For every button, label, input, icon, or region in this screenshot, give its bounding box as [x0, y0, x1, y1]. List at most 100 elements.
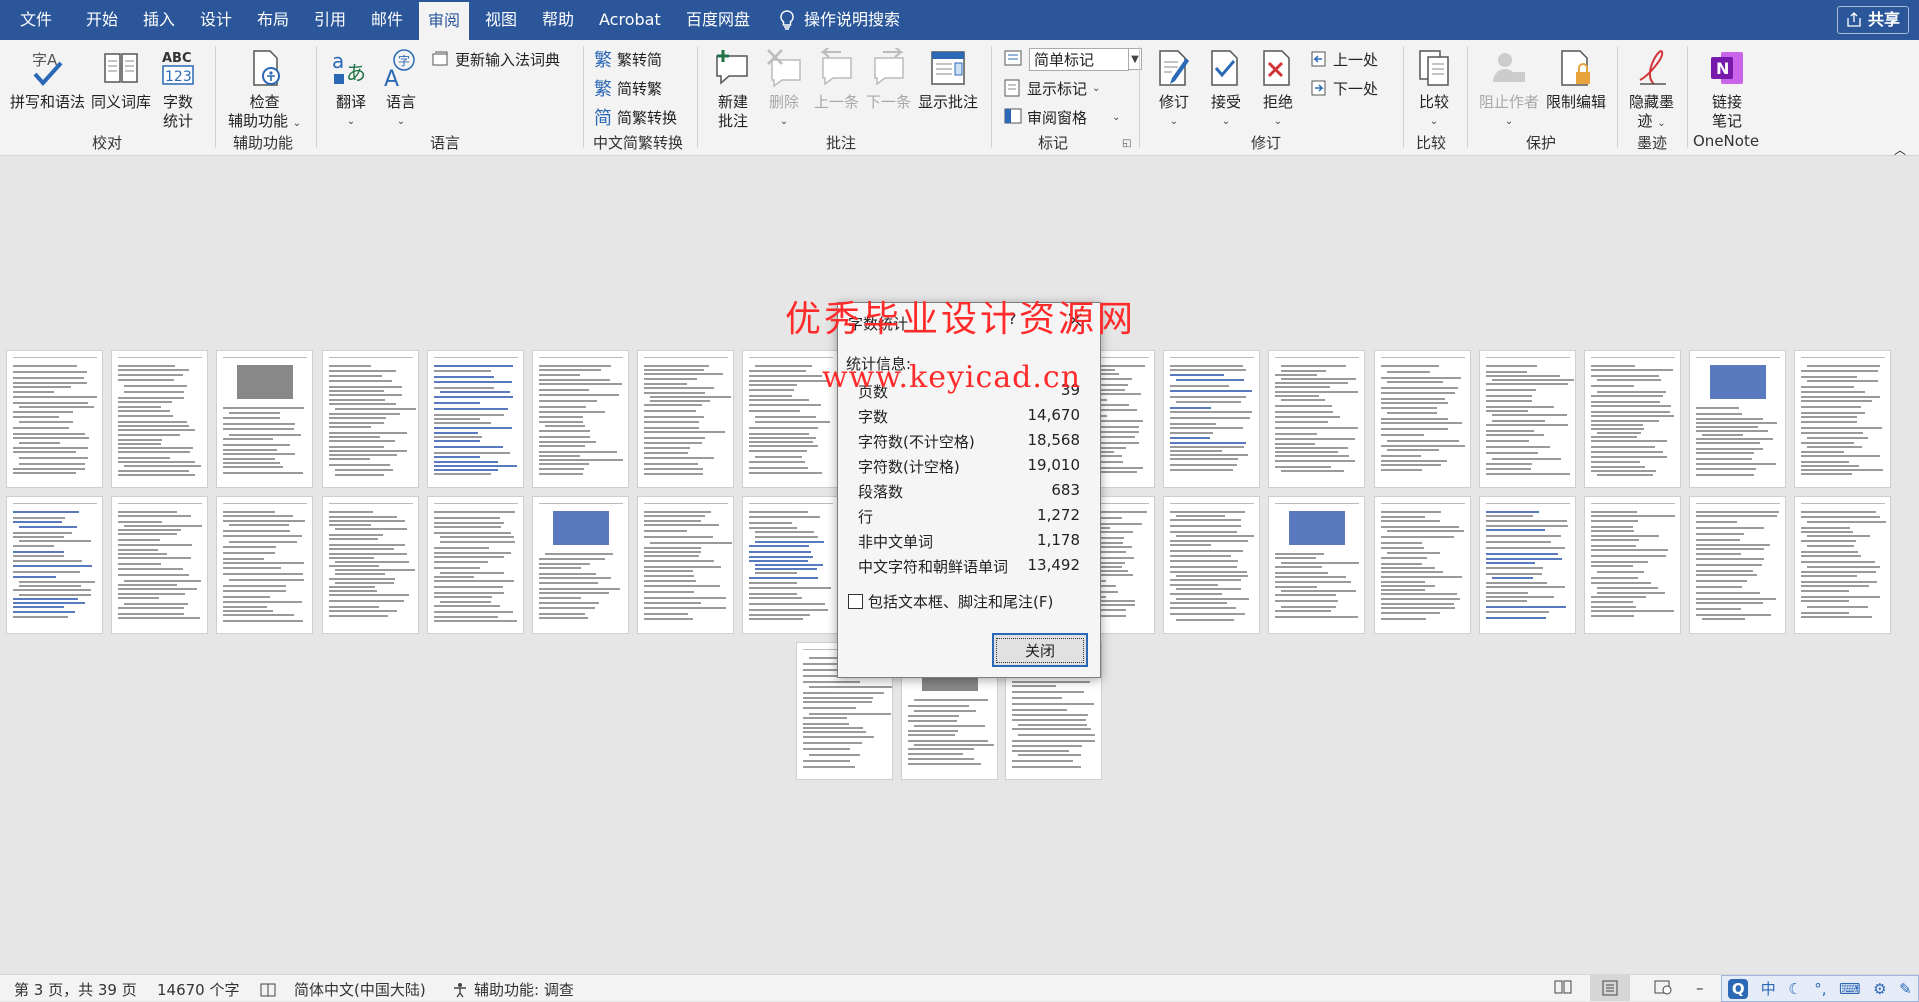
- next-change-button[interactable]: 下一处: [1310, 75, 1378, 101]
- tab-view[interactable]: 视图: [485, 0, 517, 40]
- zoom-out-button[interactable]: –: [1696, 979, 1704, 997]
- hide-ink-button[interactable]: 隐藏墨 迹 ⌄: [1629, 46, 1674, 133]
- web-layout-button[interactable]: [1654, 979, 1672, 995]
- tracking-dialog-launcher[interactable]: ◱: [1122, 130, 1131, 156]
- previous-change-button[interactable]: 上一处: [1310, 46, 1378, 72]
- page-thumbnail[interactable]: [1584, 496, 1681, 634]
- reject-button[interactable]: 拒绝 ⌄: [1260, 46, 1296, 131]
- thesaurus-button[interactable]: 同义词库: [91, 46, 151, 112]
- page-text-line: [644, 473, 704, 475]
- page-thumbnail[interactable]: [1268, 496, 1365, 634]
- tools-icon[interactable]: ✎: [1899, 980, 1912, 998]
- page-thumbnail[interactable]: [427, 350, 524, 488]
- accessibility-status[interactable]: 辅助功能: 调查: [452, 979, 574, 1000]
- dialog-close-primary-button[interactable]: 关闭: [992, 633, 1088, 667]
- block-authors-button[interactable]: 阻止作者 ⌄: [1479, 46, 1539, 131]
- ribbon-separator: [1467, 46, 1468, 148]
- page-thumbnail[interactable]: [637, 496, 734, 634]
- page-thumbnail[interactable]: [1374, 350, 1471, 488]
- page-thumbnail[interactable]: [1689, 350, 1786, 488]
- page-thumbnail[interactable]: [1268, 350, 1365, 488]
- new-comment-button[interactable]: 新建 批注: [713, 46, 753, 131]
- read-mode-button[interactable]: [1554, 979, 1572, 995]
- markup-select[interactable]: 简单标记 ▼: [1004, 46, 1142, 72]
- keyboard-icon[interactable]: ⌨: [1839, 980, 1861, 998]
- page-text-line: [19, 463, 85, 465]
- tab-design[interactable]: 设计: [200, 0, 232, 40]
- page-thumbnail[interactable]: [6, 350, 103, 488]
- accept-button[interactable]: 接受 ⌄: [1208, 46, 1244, 131]
- tab-acrobat[interactable]: Acrobat: [599, 0, 661, 40]
- page-thumbnail[interactable]: [216, 350, 313, 488]
- restrict-editing-button[interactable]: 限制编辑: [1546, 46, 1606, 112]
- proofing-status[interactable]: 简体中文(中国大陆): [260, 979, 426, 1000]
- include-textboxes-checkbox[interactable]: 包括文本框、脚注和尾注(F): [848, 591, 1053, 612]
- convert-button[interactable]: 简 简繁转换: [594, 104, 677, 130]
- tab-review[interactable]: 审阅: [419, 2, 470, 40]
- page-header-line: [1486, 503, 1570, 504]
- page-thumbnail[interactable]: [111, 496, 208, 634]
- page-thumbnail[interactable]: [216, 496, 313, 634]
- tab-baidu[interactable]: 百度网盘: [686, 0, 750, 40]
- tab-file[interactable]: 文件: [20, 0, 52, 40]
- previous-comment-button[interactable]: 上一条: [814, 46, 859, 112]
- word-count-indicator[interactable]: 14670 个字: [157, 979, 240, 1000]
- page-thumbnail[interactable]: [1479, 496, 1576, 634]
- page-text-line: [223, 573, 303, 575]
- show-comments-button[interactable]: 显示批注: [918, 46, 978, 112]
- next-comment-button[interactable]: 下一条: [866, 46, 911, 112]
- delete-comment-button[interactable]: 删除 ⌄: [764, 46, 804, 131]
- tell-me-search[interactable]: 操作说明搜索: [778, 0, 900, 40]
- spelling-grammar-button[interactable]: 字A 拼写和语法: [10, 46, 85, 112]
- page-thumbnail[interactable]: [532, 496, 629, 634]
- word-count-button[interactable]: ABC 123 字数 统计: [160, 46, 196, 131]
- page-text-line: [19, 526, 77, 528]
- tab-layout[interactable]: 布局: [257, 0, 289, 40]
- ime-mode[interactable]: 中: [1761, 978, 1776, 999]
- page-text-line: [1696, 580, 1748, 582]
- track-changes-button[interactable]: 修订 ⌄: [1156, 46, 1192, 131]
- page-thumbnail[interactable]: [637, 350, 734, 488]
- page-thumbnail[interactable]: [1374, 496, 1471, 634]
- page-thumbnail[interactable]: [1794, 496, 1891, 634]
- simp-to-trad-button[interactable]: 繁 简转繁: [594, 75, 662, 101]
- language-status[interactable]: 简体中文(中国大陆): [294, 979, 426, 1000]
- compare-button[interactable]: 比较 ⌄: [1416, 46, 1452, 131]
- page-thumbnail[interactable]: [111, 350, 208, 488]
- moon-icon[interactable]: ☾: [1788, 980, 1801, 998]
- page-thumbnail[interactable]: [742, 496, 839, 634]
- print-layout-button[interactable]: [1590, 975, 1630, 1001]
- page-thumbnail[interactable]: [6, 496, 103, 634]
- page-thumbnail[interactable]: [1794, 350, 1891, 488]
- punctuation-icon[interactable]: °,: [1814, 980, 1826, 998]
- show-markup-button[interactable]: 显示标记 ⌄: [1004, 75, 1100, 101]
- page-thumbnail[interactable]: [1584, 350, 1681, 488]
- review-pane-button[interactable]: 审阅窗格 ⌄: [1004, 104, 1120, 130]
- tab-references[interactable]: 引用: [314, 0, 346, 40]
- page-thumbnail[interactable]: [532, 350, 629, 488]
- check-accessibility-button[interactable]: 检查 辅助功能 ⌄: [228, 46, 301, 133]
- language-button[interactable]: 字A 语言 ⌄: [382, 46, 420, 131]
- page-indicator[interactable]: 第 3 页，共 39 页: [14, 979, 137, 1000]
- share-button[interactable]: 共享: [1836, 6, 1909, 34]
- page-thumbnail[interactable]: [1689, 496, 1786, 634]
- linked-notes-button[interactable]: N 链接 笔记: [1707, 46, 1747, 131]
- markup-select-value[interactable]: 简单标记: [1029, 47, 1129, 71]
- page-thumbnail[interactable]: [322, 496, 419, 634]
- update-ime-dictionary-button[interactable]: 更新输入法词典: [432, 46, 560, 72]
- tab-mailings[interactable]: 邮件: [371, 0, 403, 40]
- checkbox-box[interactable]: [848, 594, 863, 609]
- page-thumbnail[interactable]: [322, 350, 419, 488]
- ime-toolbar[interactable]: Q 中 ☾ °, ⌨ ⚙ ✎: [1721, 975, 1919, 1002]
- settings-icon[interactable]: ⚙: [1873, 980, 1886, 998]
- page-text-line: [1170, 593, 1223, 595]
- page-thumbnail[interactable]: [1163, 350, 1260, 488]
- page-thumbnail[interactable]: [1163, 496, 1260, 634]
- page-thumbnail[interactable]: [1479, 350, 1576, 488]
- tab-insert[interactable]: 插入: [143, 0, 175, 40]
- trad-to-simp-button[interactable]: 繁 繁转简: [594, 46, 662, 72]
- page-thumbnail[interactable]: [427, 496, 524, 634]
- translate-button[interactable]: aあ 翻译 ⌄: [332, 46, 370, 131]
- tab-help[interactable]: 帮助: [542, 0, 574, 40]
- tab-home[interactable]: 开始: [86, 0, 118, 40]
